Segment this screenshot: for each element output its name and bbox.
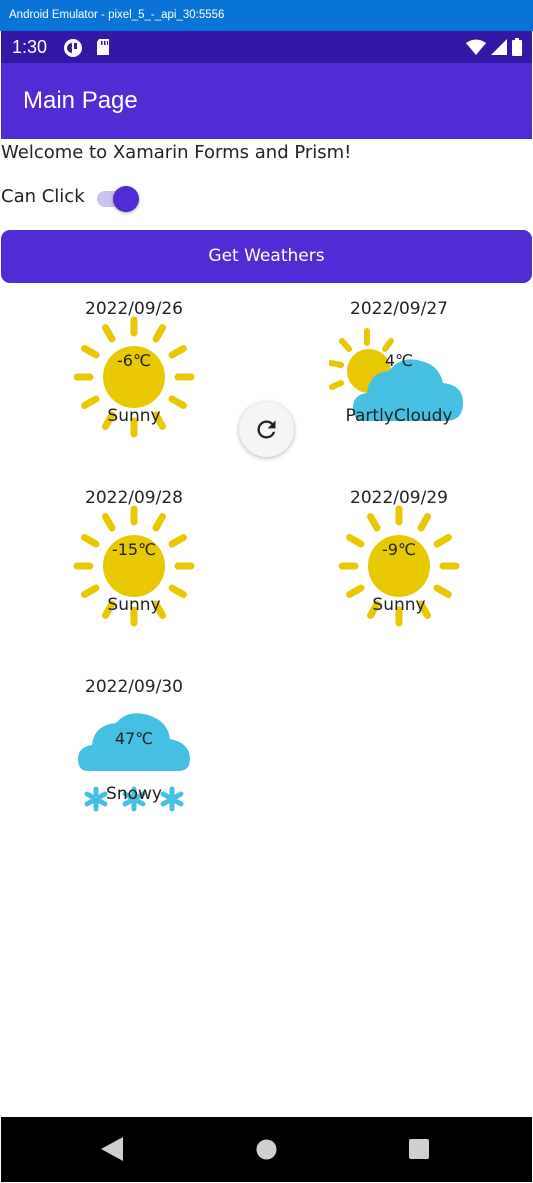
weather-item: 2022/09/30 47℃ Snowy [34, 677, 234, 837]
get-weathers-button[interactable]: Get Weathers [1, 230, 532, 283]
refresh-indicator [239, 402, 294, 457]
can-click-row: Can Click [1, 182, 201, 212]
switch-thumb [113, 186, 139, 212]
weather-temperature: 4℃ [384, 351, 414, 370]
android-nav-bar [1, 1117, 532, 1182]
weather-temperature: 47℃ [114, 729, 154, 748]
weather-date: 2022/09/27 [350, 299, 448, 319]
status-bar: 1:30 [1, 31, 532, 63]
weather-condition: PartlyCloudy [345, 406, 453, 426]
device-screen: 1:30 Main Page Welcome to Xamarin Forms … [1, 31, 532, 1182]
sd-card-icon [97, 39, 109, 55]
weather-condition: Snowy [106, 784, 162, 804]
recents-icon[interactable] [409, 1139, 429, 1159]
signal-icon [491, 39, 507, 55]
weather-condition: Sunny [107, 406, 161, 426]
home-icon[interactable] [256, 1139, 277, 1160]
app-notification-icon [64, 39, 82, 57]
can-click-switch[interactable] [96, 185, 140, 212]
weather-item: 2022/09/27 4℃ PartlyCloudy [299, 299, 499, 459]
weather-condition: Sunny [107, 595, 161, 615]
status-time: 1:30 [12, 37, 48, 57]
wifi-icon [466, 39, 486, 55]
welcome-text: Welcome to Xamarin Forms and Prism! [1, 142, 352, 163]
weather-temperature: -15℃ [111, 540, 157, 559]
weather-temperature: -6℃ [117, 351, 151, 370]
weather-date: 2022/09/29 [350, 488, 448, 508]
can-click-label: Can Click [1, 186, 85, 207]
weather-temperature: -9℃ [382, 540, 416, 559]
refresh-icon [257, 420, 276, 439]
app-toolbar: Main Page [1, 63, 532, 139]
back-icon[interactable] [101, 1137, 123, 1161]
battery-icon [512, 38, 522, 56]
weather-date: 2022/09/28 [85, 488, 183, 508]
weather-date: 2022/09/30 [85, 677, 183, 697]
window-title: Android Emulator - pixel_5_-_api_30:5556 [0, 0, 533, 31]
weather-item: 2022/09/26 -6℃ Sunny [34, 299, 234, 459]
weather-item: 2022/09/29 -9℃ Sunny [299, 488, 499, 648]
weather-item: 2022/09/28 -15℃ Sunny [34, 488, 234, 648]
weather-date: 2022/09/26 [85, 299, 183, 319]
weather-condition: Sunny [372, 595, 426, 615]
page-title: Main Page [23, 87, 138, 114]
